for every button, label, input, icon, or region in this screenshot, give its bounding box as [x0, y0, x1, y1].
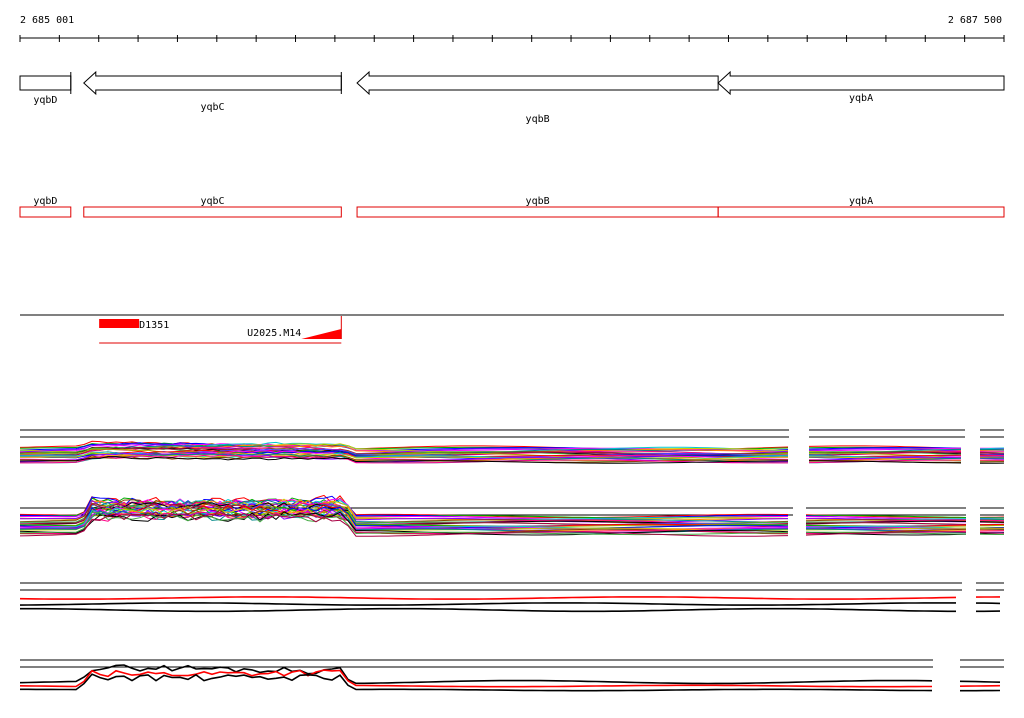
cds-yqbA[interactable]: yqbA	[718, 196, 1004, 217]
gene-label-yqbA: yqbA	[849, 93, 873, 104]
cds-yqbB[interactable]: yqbB	[357, 196, 718, 217]
profile-trace	[20, 670, 932, 687]
gene-yqbC[interactable]: yqbC	[84, 72, 342, 113]
cds-label-yqbC: yqbC	[201, 196, 225, 207]
feature-label-D1351: D1351	[139, 320, 169, 331]
gene-label-yqbD: yqbD	[33, 95, 57, 106]
profile-track-summary-1	[20, 583, 1004, 611]
profile-track-multi-1	[20, 430, 1004, 463]
gene-yqbD[interactable]: yqbD	[20, 76, 71, 106]
feature-label-U2025-M14: U2025.M14	[247, 328, 301, 339]
coordinate-ruler: 2 685 001 2 687 500	[20, 15, 1004, 42]
profile-trace	[980, 520, 1004, 521]
gene-yqbB[interactable]: yqbB	[357, 72, 718, 125]
gene-arrow-shape	[20, 76, 71, 90]
cds-box-shape	[718, 207, 1004, 217]
genome-browser-view: 2 685 001 2 687 500 yqbD yqbC yqbB yqbA …	[0, 0, 1024, 714]
cds-label-yqbA: yqbA	[849, 196, 873, 207]
cds-box-shape	[20, 207, 71, 217]
gene-label-yqbC: yqbC	[201, 102, 225, 113]
cds-yqbD[interactable]: yqbD	[20, 196, 71, 217]
feature-D1351[interactable]: D1351	[99, 319, 169, 331]
profile-trace	[980, 450, 1004, 451]
feature-block	[99, 319, 139, 328]
gene-arrow-shape	[84, 72, 342, 94]
gene-arrow-shape	[357, 72, 718, 94]
cds-label-yqbD: yqbD	[33, 196, 57, 207]
cds-box-track: yqbD yqbC yqbB yqbA	[20, 196, 1004, 217]
profile-trace	[960, 681, 1000, 682]
cds-box-shape	[84, 207, 342, 217]
profile-trace	[20, 603, 956, 605]
profile-track-summary-2	[20, 660, 1004, 691]
feature-track: D1351 U2025.M14	[20, 315, 1004, 343]
gene-arrow-shape	[718, 72, 1004, 94]
profile-track-multi-2	[20, 495, 1004, 536]
ruler-end-label: 2 687 500	[948, 15, 1002, 26]
cds-yqbC[interactable]: yqbC	[84, 196, 342, 217]
cds-box-shape	[357, 207, 718, 217]
gene-arrow-track: yqbD yqbC yqbB yqbA	[20, 72, 1004, 125]
genome-track-canvas: 2 685 001 2 687 500 yqbD yqbC yqbB yqbA …	[0, 0, 1024, 714]
profile-tracks	[20, 430, 1004, 691]
cds-label-yqbB: yqbB	[526, 196, 550, 207]
profile-trace	[20, 609, 956, 612]
gene-yqbA[interactable]: yqbA	[718, 72, 1004, 104]
ruler-start-label: 2 685 001	[20, 15, 74, 26]
profile-trace	[20, 597, 956, 599]
feature-wedge	[301, 329, 341, 339]
profile-trace	[980, 522, 1004, 523]
gene-label-yqbB: yqbB	[526, 114, 550, 125]
profile-trace	[960, 686, 1000, 687]
